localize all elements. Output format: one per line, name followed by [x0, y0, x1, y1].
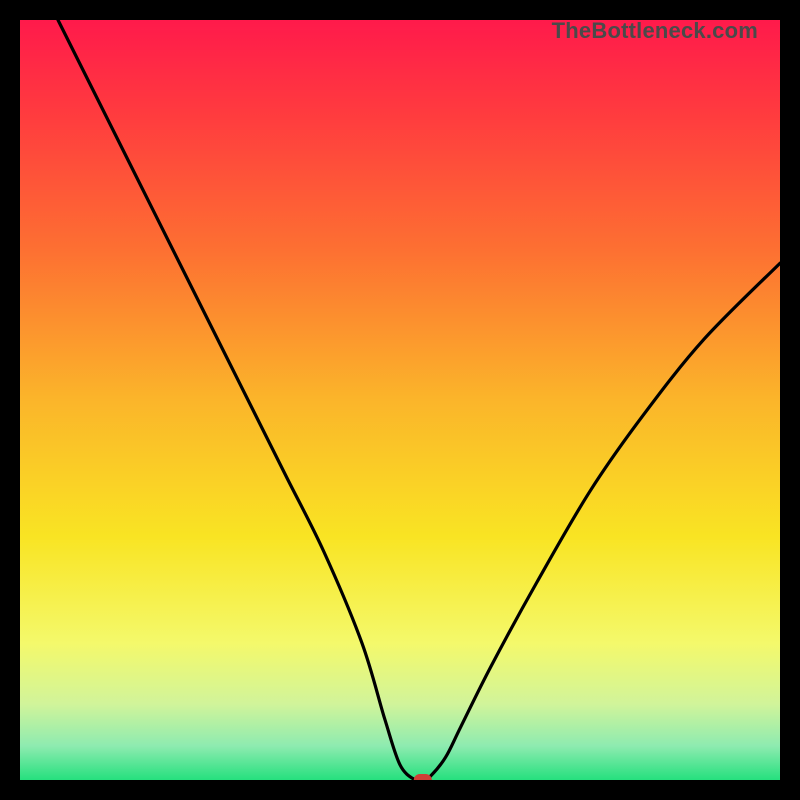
bottleneck-chart — [20, 20, 780, 780]
gradient-background — [20, 20, 780, 780]
watermark-text: TheBottleneck.com — [552, 18, 758, 44]
chart-frame: TheBottleneck.com — [0, 0, 800, 800]
